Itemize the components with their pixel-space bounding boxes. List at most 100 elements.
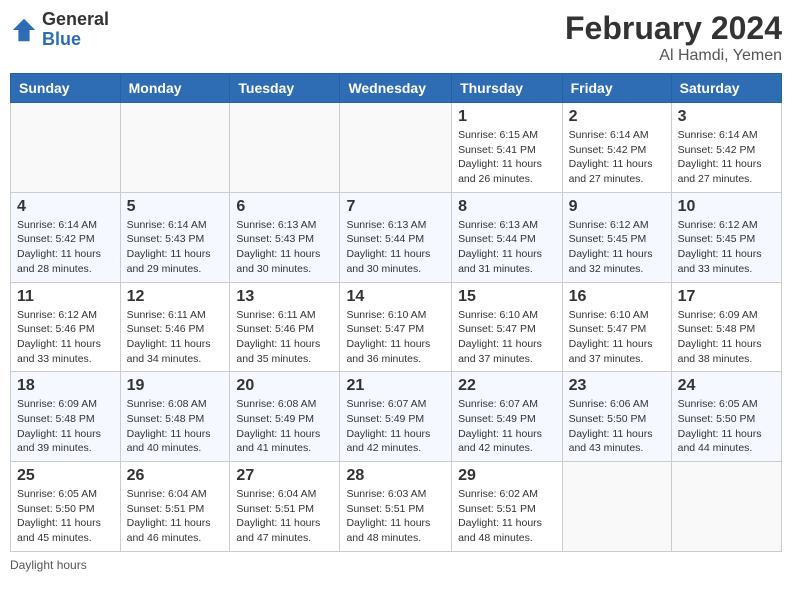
calendar-cell: 15Sunrise: 6:10 AM Sunset: 5:47 PM Dayli…: [452, 282, 563, 372]
day-number: 21: [346, 377, 445, 395]
day-number: 7: [346, 198, 445, 216]
logo-general-text: General: [42, 10, 109, 30]
calendar-cell: 9Sunrise: 6:12 AM Sunset: 5:45 PM Daylig…: [562, 192, 671, 282]
page-title: February 2024: [565, 10, 782, 47]
day-number: 22: [458, 377, 556, 395]
weekday-header-sunday: Sunday: [11, 74, 121, 103]
calendar-cell: 11 Sunrise: 6:12 AM Sunset: 5:46 PM Dayli…: [11, 282, 121, 372]
logo: General Blue: [10, 10, 109, 50]
weekday-header-thursday: Thursday: [452, 74, 563, 103]
week-row-2: 4 Sunrise: 6:14 AM Sunset: 5:42 PM Daylig…: [11, 192, 782, 282]
calendar-cell: 5 Sunrise: 6:14 AM Sunset: 5:43 PM Daylig…: [120, 192, 230, 282]
day-info: Sunrise: 6:12 AM Sunset: 5:46 PM Dayligh…: [17, 308, 114, 367]
day-number: 14: [346, 288, 445, 306]
day-number: 25: [17, 467, 114, 485]
day-info: Sunrise: 6:07 AM Sunset: 5:49 PM Dayligh…: [458, 397, 556, 456]
calendar-cell: 3Sunrise: 6:14 AM Sunset: 5:42 PM Daylig…: [671, 103, 781, 193]
title-area: February 2024 Al Hamdi, Yemen: [565, 10, 782, 65]
day-number: 16: [569, 288, 665, 306]
day-number: 8: [458, 198, 556, 216]
day-number: 3: [678, 108, 775, 126]
day-number: 1: [458, 108, 556, 126]
calendar-cell: 14 Sunrise: 6:10 AM Sunset: 5:47 PM Dayli…: [340, 282, 452, 372]
day-info: Sunrise: 6:13 AM Sunset: 5:44 PM Dayligh…: [346, 218, 445, 277]
day-info: Sunrise: 6:12 AM Sunset: 5:45 PM Dayligh…: [678, 218, 775, 277]
day-number: 5: [127, 198, 224, 216]
day-info: Sunrise: 6:05 AM Sunset: 5:50 PM Dayligh…: [678, 397, 775, 456]
day-number: 24: [678, 377, 775, 395]
calendar-cell: 20 Sunrise: 6:08 AM Sunset: 5:49 PM Dayli…: [230, 372, 340, 462]
calendar-cell: 16 Sunrise: 6:10 AM Sunset: 5:47 PM Dayli…: [562, 282, 671, 372]
calendar-cell: 25 Sunrise: 6:05 AM Sunset: 5:50 PM Dayli…: [11, 462, 121, 552]
day-number: 15: [458, 288, 556, 306]
week-row-1: 1 Sunrise: 6:15 AM Sunset: 5:41 PM Daylig…: [11, 103, 782, 193]
day-info: Sunrise: 6:14 AM Sunset: 5:42 PM Dayligh…: [17, 218, 114, 277]
day-number: 17: [678, 288, 775, 306]
day-info: Sunrise: 6:05 AM Sunset: 5:50 PM Dayligh…: [17, 487, 114, 546]
day-number: 9: [569, 198, 665, 216]
day-info: Sunrise: 6:11 AM Sunset: 5:46 PM Dayligh…: [127, 308, 224, 367]
weekday-header-row: SundayMondayTuesdayWednesdayThursdayFrid…: [11, 74, 782, 103]
calendar-cell: 8 Sunrise: 6:13 AM Sunset: 5:44 PM Daylig…: [452, 192, 563, 282]
calendar-cell: [671, 462, 781, 552]
day-number: 20: [236, 377, 333, 395]
day-info: Sunrise: 6:08 AM Sunset: 5:49 PM Dayligh…: [236, 397, 333, 456]
day-number: 2: [569, 108, 665, 126]
day-info: Sunrise: 6:10 AM Sunset: 5:47 PM Dayligh…: [346, 308, 445, 367]
calendar-cell: 22 Sunrise: 6:07 AM Sunset: 5:49 PM Dayli…: [452, 372, 563, 462]
day-info: Sunrise: 6:02 AM Sunset: 5:51 PM Dayligh…: [458, 487, 556, 546]
footer-note: Daylight hours: [10, 558, 782, 572]
day-info: Sunrise: 6:14 AM Sunset: 5:42 PM Dayligh…: [569, 128, 665, 187]
weekday-header-friday: Friday: [562, 74, 671, 103]
day-info: Sunrise: 6:13 AM Sunset: 5:44 PM Dayligh…: [458, 218, 556, 277]
weekday-header-wednesday: Wednesday: [340, 74, 452, 103]
logo-blue-text: Blue: [42, 30, 109, 50]
day-number: 27: [236, 467, 333, 485]
day-number: 4: [17, 198, 114, 216]
week-row-4: 18Sunrise: 6:09 AM Sunset: 5:48 PM Dayli…: [11, 372, 782, 462]
week-row-5: 25 Sunrise: 6:05 AM Sunset: 5:50 PM Dayli…: [11, 462, 782, 552]
day-info: Sunrise: 6:04 AM Sunset: 5:51 PM Dayligh…: [127, 487, 224, 546]
day-number: 6: [236, 198, 333, 216]
day-number: 12: [127, 288, 224, 306]
day-info: Sunrise: 6:09 AM Sunset: 5:48 PM Dayligh…: [17, 397, 114, 456]
calendar-cell: 21 Sunrise: 6:07 AM Sunset: 5:49 PM Dayli…: [340, 372, 452, 462]
calendar-cell: 6 Sunrise: 6:13 AM Sunset: 5:43 PM Daylig…: [230, 192, 340, 282]
calendar-cell: 7 Sunrise: 6:13 AM Sunset: 5:44 PM Daylig…: [340, 192, 452, 282]
day-info: Sunrise: 6:10 AM Sunset: 5:47 PM Dayligh…: [569, 308, 665, 367]
calendar-cell: 17 Sunrise: 6:09 AM Sunset: 5:48 PM Dayli…: [671, 282, 781, 372]
calendar-cell: 4 Sunrise: 6:14 AM Sunset: 5:42 PM Daylig…: [11, 192, 121, 282]
day-number: 11: [17, 288, 114, 306]
day-info: Sunrise: 6:14 AM Sunset: 5:43 PM Dayligh…: [127, 218, 224, 277]
calendar-cell: [11, 103, 121, 193]
page-subtitle: Al Hamdi, Yemen: [565, 47, 782, 65]
calendar-cell: 26Sunrise: 6:04 AM Sunset: 5:51 PM Dayli…: [120, 462, 230, 552]
day-info: Sunrise: 6:03 AM Sunset: 5:51 PM Dayligh…: [346, 487, 445, 546]
calendar-cell: 10Sunrise: 6:12 AM Sunset: 5:45 PM Dayli…: [671, 192, 781, 282]
calendar-cell: 1 Sunrise: 6:15 AM Sunset: 5:41 PM Daylig…: [452, 103, 563, 193]
day-info: Sunrise: 6:06 AM Sunset: 5:50 PM Dayligh…: [569, 397, 665, 456]
day-info: Sunrise: 6:07 AM Sunset: 5:49 PM Dayligh…: [346, 397, 445, 456]
day-number: 23: [569, 377, 665, 395]
logo-icon: [10, 16, 38, 44]
day-number: 13: [236, 288, 333, 306]
header: General Blue February 2024 Al Hamdi, Yem…: [10, 10, 782, 65]
calendar-cell: [340, 103, 452, 193]
calendar-cell: 19Sunrise: 6:08 AM Sunset: 5:48 PM Dayli…: [120, 372, 230, 462]
day-number: 19: [127, 377, 224, 395]
calendar-cell: 18Sunrise: 6:09 AM Sunset: 5:48 PM Dayli…: [11, 372, 121, 462]
weekday-header-monday: Monday: [120, 74, 230, 103]
calendar-cell: 24 Sunrise: 6:05 AM Sunset: 5:50 PM Dayli…: [671, 372, 781, 462]
weekday-header-saturday: Saturday: [671, 74, 781, 103]
day-info: Sunrise: 6:15 AM Sunset: 5:41 PM Dayligh…: [458, 128, 556, 187]
day-number: 28: [346, 467, 445, 485]
calendar-cell: [230, 103, 340, 193]
day-info: Sunrise: 6:04 AM Sunset: 5:51 PM Dayligh…: [236, 487, 333, 546]
calendar-cell: 2 Sunrise: 6:14 AM Sunset: 5:42 PM Daylig…: [562, 103, 671, 193]
day-number: 29: [458, 467, 556, 485]
calendar-cell: 28 Sunrise: 6:03 AM Sunset: 5:51 PM Dayli…: [340, 462, 452, 552]
day-info: Sunrise: 6:09 AM Sunset: 5:48 PM Dayligh…: [678, 308, 775, 367]
day-info: Sunrise: 6:13 AM Sunset: 5:43 PM Dayligh…: [236, 218, 333, 277]
calendar-cell: 29 Sunrise: 6:02 AM Sunset: 5:51 PM Dayli…: [452, 462, 563, 552]
calendar-cell: 27 Sunrise: 6:04 AM Sunset: 5:51 PM Dayli…: [230, 462, 340, 552]
